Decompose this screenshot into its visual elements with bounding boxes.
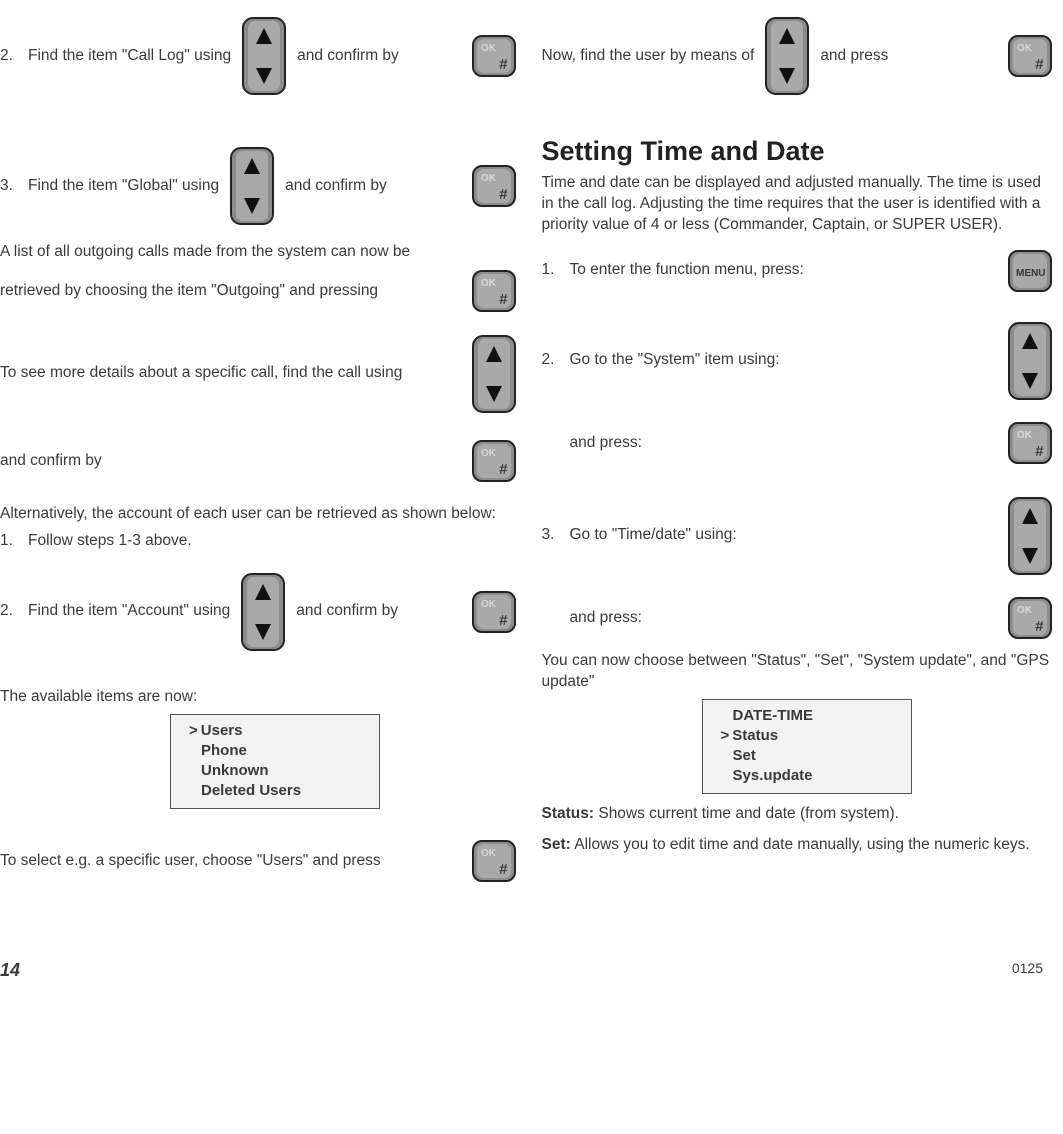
step-3-timedate: 3. Go to "Time/date" using:: [542, 486, 1054, 586]
page-footer: 14 0125: [0, 930, 1063, 991]
step-text: To enter the function menu, press:: [570, 260, 804, 281]
menu-item-selected: Status: [733, 726, 891, 746]
text: Now, find the user by means of: [542, 46, 755, 67]
page-content: 2. Find the item "Call Log" using and co…: [0, 0, 1063, 930]
step-2-system: 2. Go to the "System" item using:: [542, 311, 1054, 411]
def-label: Set:: [542, 836, 571, 853]
select-user-line: To select e.g. a specific user, choose "…: [0, 839, 517, 884]
step-text: and confirm by: [296, 601, 398, 622]
step-number: 2.: [0, 46, 22, 67]
paragraph: Time and date can be displayed and adjus…: [542, 173, 1054, 236]
ok-hash-icon: [467, 269, 517, 313]
updown-icon: [225, 146, 279, 226]
step-1b: 1. Follow steps 1-3 above.: [0, 531, 517, 552]
page-number: 14: [0, 960, 20, 981]
paragraph: Alternatively, the account of each user …: [0, 504, 517, 525]
ok-hash-icon: [1003, 34, 1053, 78]
ok-hash-icon: [1003, 421, 1053, 465]
text: and press:: [570, 608, 642, 629]
step-text: Find the item "Account" using: [28, 601, 230, 622]
step-number: 3.: [0, 176, 22, 197]
retrieved-line: retrieved by choosing the item "Outgoing…: [0, 269, 517, 314]
ok-hash-icon: [467, 439, 517, 483]
step-number: 1.: [542, 260, 564, 281]
left-column: 2. Find the item "Call Log" using and co…: [0, 0, 532, 890]
step-text: and confirm by: [285, 176, 387, 197]
paragraph: The available items are now:: [0, 687, 517, 708]
step-text: Find the item "Global" using: [28, 176, 219, 197]
step-2-call-log: 2. Find the item "Call Log" using and co…: [0, 6, 517, 106]
text: To select e.g. a specific user, choose "…: [0, 851, 381, 872]
paragraph: A list of all outgoing calls made from t…: [0, 242, 517, 263]
menu-title: DATE-TIME: [733, 706, 891, 726]
right-column: Now, find the user by means of and press…: [532, 0, 1063, 890]
updown-icon: [760, 16, 814, 96]
paragraph: You can now choose between "Status", "Se…: [542, 651, 1054, 693]
menu-icon: [1003, 249, 1053, 293]
updown-icon: [237, 16, 291, 96]
now-find-line: Now, find the user by means of and press: [542, 6, 1054, 106]
and-press-line-2: and press:: [542, 596, 1054, 641]
text: and confirm by: [0, 451, 102, 472]
updown-icon: [467, 334, 517, 414]
menu-item: Set: [733, 746, 891, 766]
menu-display: DATE-TIME Status Set Sys.update: [702, 699, 912, 794]
step-1-menu: 1. To enter the function menu, press:: [542, 246, 1054, 296]
section-heading: Setting Time and Date: [542, 136, 1054, 167]
definition-status: Status: Shows current time and date (fro…: [542, 804, 1054, 825]
step-number: 2.: [542, 350, 564, 371]
ok-hash-icon: [467, 839, 517, 883]
step-3-global: 3. Find the item "Global" using and conf…: [0, 136, 517, 236]
step-number: 3.: [542, 525, 564, 546]
updown-icon: [1003, 321, 1053, 401]
menu-display: Users Phone Unknown Deleted Users: [170, 714, 380, 809]
def-label: Status:: [542, 805, 595, 822]
ok-hash-icon: [1003, 596, 1053, 640]
def-text: Shows current time and date (from system…: [594, 805, 899, 822]
step-number: 2.: [0, 601, 22, 622]
definition-set: Set: Allows you to edit time and date ma…: [542, 835, 1054, 856]
updown-icon: [236, 572, 290, 652]
step-number: 1.: [0, 531, 22, 552]
def-text: Allows you to edit time and date manuall…: [571, 836, 1030, 853]
step-text: Go to "Time/date" using:: [570, 525, 737, 546]
updown-icon: [1003, 496, 1053, 576]
menu-item-selected: Users: [201, 721, 359, 741]
text: and press: [820, 46, 888, 67]
menu-item: Sys.update: [733, 766, 891, 786]
step-2b-account: 2. Find the item "Account" using and con…: [0, 562, 517, 662]
ok-hash-icon: [467, 34, 517, 78]
details-line: To see more details about a specific cal…: [0, 324, 517, 424]
step-text: Go to the "System" item using:: [570, 350, 780, 371]
menu-item: Deleted Users: [201, 781, 359, 801]
step-text: and confirm by: [297, 46, 399, 67]
ok-hash-icon: [467, 164, 517, 208]
footer-code: 0125: [1012, 960, 1043, 981]
menu-item: Unknown: [201, 761, 359, 781]
text: To see more details about a specific cal…: [0, 363, 402, 384]
step-text: Follow steps 1-3 above.: [28, 531, 192, 552]
step-text: Find the item "Call Log" using: [28, 46, 231, 67]
ok-hash-icon: [467, 590, 517, 634]
and-press-line: and press:: [542, 421, 1054, 466]
text: retrieved by choosing the item "Outgoing…: [0, 281, 378, 302]
text: and press:: [570, 433, 642, 454]
confirm-line: and confirm by: [0, 439, 517, 484]
menu-item: Phone: [201, 741, 359, 761]
